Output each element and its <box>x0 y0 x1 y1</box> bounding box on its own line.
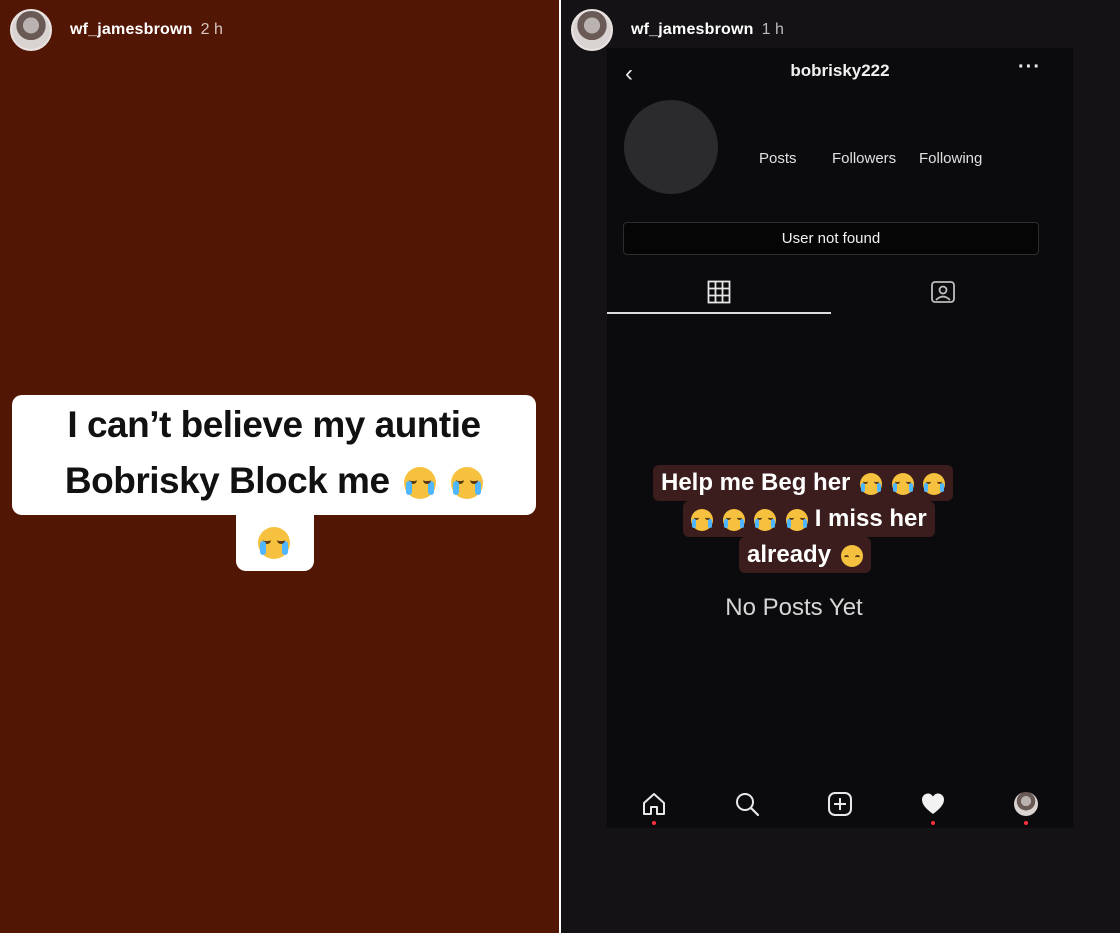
overlay-text-line-3: already <box>739 537 871 573</box>
bottom-navigation-bar <box>607 780 1073 828</box>
posts-stat-label[interactable]: Posts <box>759 150 797 167</box>
story-header: wf_jamesbrown 1 h <box>571 8 784 52</box>
user-not-found-banner: User not found <box>623 222 1039 255</box>
profile-screenshot: ‹ bobrisky222 ··· Posts Followers Follow… <box>607 48 1073 828</box>
loudly-crying-face-icon <box>258 527 290 560</box>
nav-new-post[interactable] <box>825 789 855 819</box>
left-story-panel: wf_jamesbrown 2 h I can’t believe my aun… <box>0 0 559 933</box>
loudly-crying-face-icon <box>754 508 777 531</box>
caption-line-1: I can’t believe my auntie <box>67 404 481 445</box>
story-username[interactable]: wf_jamesbrown <box>70 21 193 39</box>
caption-line-3 <box>0 520 548 562</box>
loudly-crying-face-icon <box>923 472 946 495</box>
story-avatar[interactable] <box>571 9 613 51</box>
story-username[interactable]: wf_jamesbrown <box>631 21 754 39</box>
notification-dot <box>931 821 936 825</box>
followers-stat-label[interactable]: Followers <box>832 150 896 167</box>
notification-dot <box>651 821 656 825</box>
pensive-face-icon <box>840 544 863 567</box>
loudly-crying-face-icon <box>786 508 809 531</box>
profile-picture[interactable] <box>624 100 718 194</box>
loudly-crying-face-icon <box>860 472 883 495</box>
loudly-crying-face-icon <box>891 472 914 495</box>
new-post-icon <box>827 792 852 816</box>
nav-profile[interactable] <box>1011 789 1041 825</box>
following-stat-label[interactable]: Following <box>919 150 982 167</box>
grid-icon <box>707 280 731 304</box>
caption-line-2: Bobrisky Block me <box>0 460 548 502</box>
search-icon <box>735 793 759 817</box>
loudly-crying-face-icon <box>404 467 437 500</box>
tagged-icon <box>931 281 955 303</box>
activity-heart-icon <box>922 793 945 814</box>
story-timestamp: 1 h <box>761 21 784 38</box>
tab-tagged[interactable] <box>831 270 1055 314</box>
loudly-crying-face-icon <box>451 467 484 500</box>
story-avatar[interactable] <box>10 9 52 51</box>
nav-search[interactable] <box>732 789 762 819</box>
active-tab-indicator <box>607 312 831 314</box>
tab-posts-grid[interactable] <box>607 270 831 314</box>
overlay-text-line-1: Help me Beg her <box>653 465 954 501</box>
story-timestamp: 2 h <box>200 21 223 38</box>
profile-username: bobrisky222 <box>790 61 890 80</box>
no-posts-empty-state: No Posts Yet <box>725 594 863 621</box>
overlay-text-line-2: I miss her <box>683 501 935 537</box>
right-story-panel: wf_jamesbrown 1 h ‹ bobrisky222 ··· Post… <box>561 0 1120 933</box>
notification-dot <box>1024 821 1029 825</box>
story-header: wf_jamesbrown 2 h <box>10 8 223 52</box>
loudly-crying-face-icon <box>691 508 713 531</box>
home-icon <box>642 793 665 815</box>
more-options-icon[interactable]: ··· <box>1018 56 1041 79</box>
nav-activity[interactable] <box>918 789 948 825</box>
nav-home[interactable] <box>639 789 669 825</box>
loudly-crying-face-icon <box>722 508 745 531</box>
profile-avatar <box>1014 792 1039 816</box>
